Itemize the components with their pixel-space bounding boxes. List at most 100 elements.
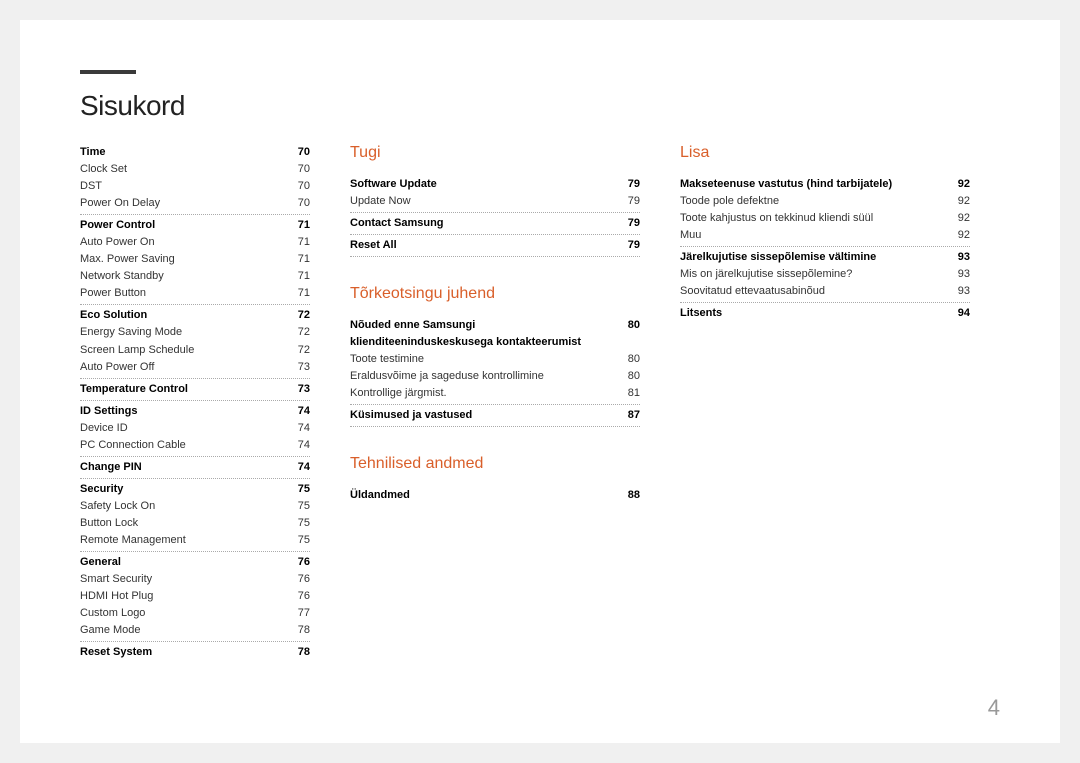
toc-entry[interactable]: DST70	[80, 178, 310, 195]
toc-entry[interactable]: Energy Saving Mode72	[80, 324, 310, 341]
toc-entry[interactable]: Auto Power On71	[80, 234, 310, 251]
toc-entry-page: 92	[952, 176, 970, 193]
toc-entry[interactable]: Kontrollige järgmist.81	[350, 385, 640, 402]
toc-entry-label: Makseteenuse vastutus (hind tarbijatele)	[680, 176, 952, 193]
toc-entry[interactable]: Clock Set70	[80, 161, 310, 178]
toc-entry-page: 71	[292, 217, 310, 234]
toc-entry-page: 87	[622, 407, 640, 424]
toc-entry[interactable]: Power Control71	[80, 217, 310, 234]
toc-entry[interactable]: HDMI Hot Plug76	[80, 588, 310, 605]
toc-entry-page: 79	[622, 215, 640, 232]
toc-group: Contact Samsung79	[350, 215, 640, 235]
toc-entry[interactable]: Nõuded enne Samsungi klienditeeninduskes…	[350, 317, 640, 351]
toc-entry-page: 88	[622, 487, 640, 504]
toc-entry-label: Power Button	[80, 285, 292, 302]
toc-entry[interactable]: Mis on järelkujutise sissepõlemine?93	[680, 266, 970, 283]
toc-column-3: Lisa Makseteenuse vastutus (hind tarbijat…	[680, 144, 970, 665]
toc-entry[interactable]: Reset All79	[350, 237, 640, 254]
toc-group: Power Control71Auto Power On71Max. Power…	[80, 217, 310, 305]
toc-entry[interactable]: Üldandmed88	[350, 487, 640, 504]
toc-entry-label: Auto Power On	[80, 234, 292, 251]
toc-entry[interactable]: Reset System78	[80, 644, 310, 661]
toc-entry-label: Max. Power Saving	[80, 251, 292, 268]
toc-entry[interactable]: Change PIN74	[80, 459, 310, 476]
toc-entry-label: Power Control	[80, 217, 292, 234]
toc-entry[interactable]: Game Mode78	[80, 622, 310, 639]
toc-entry[interactable]: Eco Solution72	[80, 307, 310, 324]
toc-entry[interactable]: ID Settings74	[80, 403, 310, 420]
page-title: Sisukord	[80, 90, 1000, 122]
toc-entry[interactable]: Power On Delay70	[80, 195, 310, 212]
toc-entry[interactable]: Max. Power Saving71	[80, 251, 310, 268]
toc-group: Makseteenuse vastutus (hind tarbijatele)…	[680, 176, 970, 247]
toc-entry[interactable]: Smart Security76	[80, 571, 310, 588]
toc-entry-label: Kontrollige järgmist.	[350, 385, 622, 402]
toc-entry[interactable]: Safety Lock On75	[80, 498, 310, 515]
toc-group: Reset All79	[350, 237, 640, 257]
toc-entry-label: Mis on järelkujutise sissepõlemine?	[680, 266, 952, 283]
toc-entry[interactable]: Makseteenuse vastutus (hind tarbijatele)…	[680, 176, 970, 193]
toc-entry[interactable]: Network Standby71	[80, 268, 310, 285]
toc-entry-label: Network Standby	[80, 268, 292, 285]
toc-entry-page: 70	[292, 195, 310, 212]
toc-entry-page: 79	[622, 176, 640, 193]
toc-entry-page: 70	[292, 178, 310, 195]
toc-entry-label: Litsents	[680, 305, 952, 322]
toc-entry-label: Smart Security	[80, 571, 292, 588]
toc-entry-label: Eco Solution	[80, 307, 292, 324]
toc-entry[interactable]: Time70	[80, 144, 310, 161]
toc-entry-label: Toote testimine	[350, 351, 622, 368]
toc-entry-label: Reset All	[350, 237, 622, 254]
toc-entry[interactable]: PC Connection Cable74	[80, 437, 310, 454]
toc-entry[interactable]: Update Now79	[350, 193, 640, 210]
toc-entry-page: 70	[292, 161, 310, 178]
toc-entry[interactable]: Button Lock75	[80, 515, 310, 532]
toc-entry[interactable]: General76	[80, 554, 310, 571]
toc-entry[interactable]: Toode pole defektne92	[680, 193, 970, 210]
toc-entry-page: 74	[292, 459, 310, 476]
toc-entry-page: 92	[952, 193, 970, 210]
toc-entry[interactable]: Toote kahjustus on tekkinud kliendi süül…	[680, 210, 970, 227]
toc-entry-label: Eraldusvõime ja sageduse kontrollimine	[350, 368, 622, 385]
toc-entry-page: 81	[622, 385, 640, 402]
toc-entry-page: 78	[292, 622, 310, 639]
toc-entry-page: 74	[292, 420, 310, 437]
toc-entry[interactable]: Custom Logo77	[80, 605, 310, 622]
toc-entry[interactable]: Remote Management75	[80, 532, 310, 549]
toc-entry-label: Toote kahjustus on tekkinud kliendi süül	[680, 210, 952, 227]
toc-entry-page: 75	[292, 498, 310, 515]
section-title: Lisa	[680, 144, 970, 162]
toc-entry-page: 75	[292, 481, 310, 498]
toc-entry-label: Update Now	[350, 193, 622, 210]
toc-entry-label: Device ID	[80, 420, 292, 437]
document-page: Sisukord Time70Clock Set70DST70Power On …	[20, 20, 1060, 743]
toc-entry[interactable]: Power Button71	[80, 285, 310, 302]
toc-group: Nõuded enne Samsungi klienditeeninduskes…	[350, 317, 640, 405]
toc-entry[interactable]: Temperature Control73	[80, 381, 310, 398]
toc-entry[interactable]: Muu92	[680, 227, 970, 244]
toc-column-2: TugiSoftware Update79Update Now79Contact…	[350, 144, 640, 665]
toc-entry[interactable]: Contact Samsung79	[350, 215, 640, 232]
toc-group: Change PIN74	[80, 459, 310, 479]
toc-columns: Time70Clock Set70DST70Power On Delay70 Po…	[80, 144, 1000, 665]
toc-entry-page: 72	[292, 324, 310, 341]
toc-entry[interactable]: Device ID74	[80, 420, 310, 437]
toc-entry-label: Üldandmed	[350, 487, 622, 504]
toc-group: Üldandmed88	[350, 487, 640, 506]
toc-entry-page: 75	[292, 532, 310, 549]
toc-entry-label: Muu	[680, 227, 952, 244]
toc-entry[interactable]: Litsents94	[680, 305, 970, 322]
toc-entry[interactable]: Soovitatud ettevaatusabinõud93	[680, 283, 970, 300]
toc-entry[interactable]: Software Update79	[350, 176, 640, 193]
toc-entry[interactable]: Küsimused ja vastused87	[350, 407, 640, 424]
toc-entry[interactable]: Security75	[80, 481, 310, 498]
toc-entry[interactable]: Auto Power Off73	[80, 359, 310, 376]
toc-entry[interactable]: Screen Lamp Schedule72	[80, 342, 310, 359]
toc-entry-page: 75	[292, 515, 310, 532]
toc-entry-label: Screen Lamp Schedule	[80, 342, 292, 359]
toc-entry[interactable]: Järelkujutise sissepõlemise vältimine93	[680, 249, 970, 266]
toc-entry-page: 76	[292, 571, 310, 588]
toc-entry-page: 73	[292, 381, 310, 398]
toc-entry[interactable]: Toote testimine80	[350, 351, 640, 368]
toc-entry[interactable]: Eraldusvõime ja sageduse kontrollimine80	[350, 368, 640, 385]
